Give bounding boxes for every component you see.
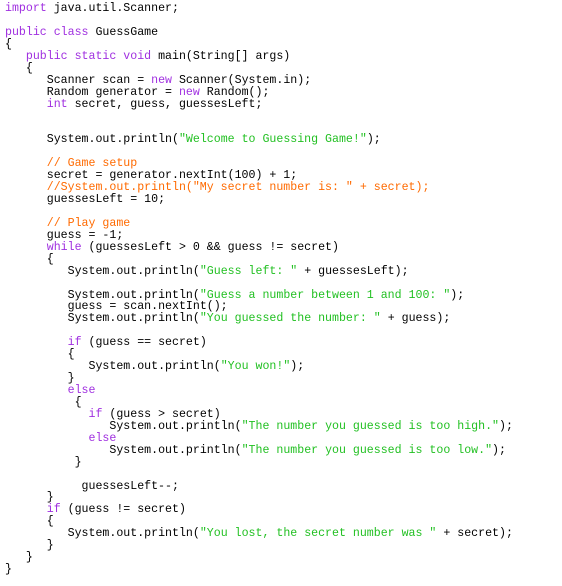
code-token: (guess != secret) xyxy=(60,503,186,517)
code-token: guessesLeft = 10; xyxy=(46,193,166,206)
string-token: "The number you guessed is too low." xyxy=(241,443,493,457)
code-line: } xyxy=(5,552,513,564)
code-token: ); xyxy=(290,360,305,374)
code-line: if (guess == secret) xyxy=(5,337,513,349)
code-token: + secret); xyxy=(436,527,513,541)
string-token: "You guessed the number: " xyxy=(199,312,381,326)
code-line: } xyxy=(5,540,513,552)
code-token: secret, guess, guessesLeft; xyxy=(67,97,263,111)
code-token: ); xyxy=(366,133,381,147)
code-line: System.out.println("You lost, the secret… xyxy=(5,528,513,540)
code-token: + guess); xyxy=(380,312,451,326)
string-token: "Guess a number between 1 and 100: " xyxy=(199,288,451,302)
code-line: public class GuessGame xyxy=(5,25,513,39)
code-line: import java.util.Scanner; xyxy=(5,3,513,15)
code-token: System.out.println( xyxy=(46,133,179,147)
code-line: public static void main(String[] args) xyxy=(5,49,513,63)
code-token: System.out.println( xyxy=(67,312,200,326)
code-line: } xyxy=(5,564,513,576)
code-token: ); xyxy=(499,419,513,433)
code-token: System.out.println( xyxy=(109,419,242,433)
string-token: "Welcome to Guessing Game!" xyxy=(178,133,367,147)
code-line: System.out.println("Guess left: " + gues… xyxy=(5,264,513,278)
string-token: "You won!" xyxy=(220,360,291,374)
keyword-token: public class xyxy=(5,25,89,39)
string-token: "The number you guessed is too high." xyxy=(241,419,500,433)
code-line: System.out.println("You won!"); xyxy=(5,361,513,373)
code-token: } xyxy=(74,455,82,469)
code-token: } xyxy=(46,539,54,553)
code-token: System.out.println( xyxy=(88,360,221,374)
code-line: while (guessesLeft > 0 && guess != secre… xyxy=(5,240,513,254)
code-line: guessesLeft = 10; xyxy=(5,194,513,206)
code-token: java.util.Scanner; xyxy=(46,2,179,15)
code-line: if (guess != secret) xyxy=(5,504,513,516)
string-token: "You lost, the secret number was " xyxy=(199,527,437,541)
code-token: System.out.println( xyxy=(109,443,242,457)
code-token: GuessGame xyxy=(88,25,159,39)
code-line: System.out.println("You guessed the numb… xyxy=(5,313,513,325)
code-token: System.out.println( xyxy=(67,264,200,278)
code-line: } xyxy=(5,455,513,469)
code-token: (guess == secret) xyxy=(81,336,207,350)
string-token: "Guess left: " xyxy=(199,264,298,278)
code-token: } xyxy=(5,563,12,577)
code-token: guessesLeft--; xyxy=(81,479,179,493)
code-token: main(String[] args) xyxy=(151,49,291,63)
keyword-token: public static void xyxy=(25,49,152,63)
code-line: System.out.println("Welcome to Guessing … xyxy=(5,134,513,146)
code-view: import java.util.Scanner; public class G… xyxy=(5,3,513,576)
code-token: (guessesLeft > 0 && guess != secret) xyxy=(81,240,339,254)
code-token: } xyxy=(25,551,33,565)
code-token: System.out.println( xyxy=(67,527,200,541)
code-token: ); xyxy=(492,443,506,457)
code-line: guessesLeft--; xyxy=(5,479,513,493)
code-line: int secret, guess, guessesLeft; xyxy=(5,97,513,111)
code-token: ); xyxy=(450,288,465,302)
code-token: + guessesLeft); xyxy=(297,264,409,278)
keyword-token: int xyxy=(46,97,68,111)
